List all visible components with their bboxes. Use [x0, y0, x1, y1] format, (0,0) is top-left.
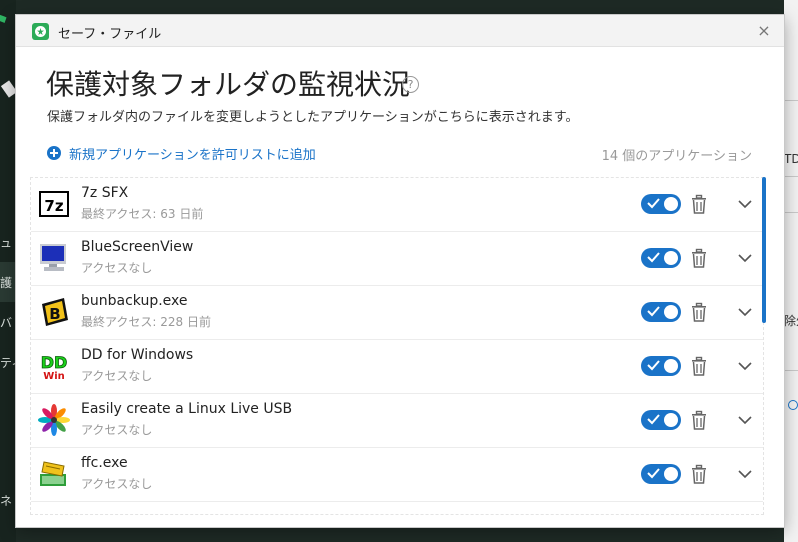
help-icon[interactable]: ? — [402, 76, 419, 93]
chevron-down-icon[interactable] — [737, 360, 753, 372]
trash-icon[interactable] — [690, 464, 708, 484]
bunbackup-icon: B — [38, 296, 70, 328]
list-item: 7z 7z SFX 最終アクセス: 63 日前 — [31, 178, 763, 232]
allow-toggle[interactable] — [641, 302, 681, 322]
app-last-access: 最終アクセス: 228 日前 — [81, 315, 211, 329]
background-help-icon — [788, 400, 798, 410]
background-nav-text: 護 — [0, 276, 13, 290]
title-bar: セーフ・ファイル × — [16, 15, 784, 47]
list-item: ffc.exe アクセスなし — [31, 448, 763, 502]
list-item: DD Win DD for Windows アクセスなし — [31, 340, 763, 394]
background-divider — [784, 212, 798, 213]
ffc-icon — [38, 458, 70, 490]
app-logo-icon — [32, 23, 49, 40]
chevron-down-icon[interactable] — [737, 198, 753, 210]
chevron-down-icon[interactable] — [737, 252, 753, 264]
chevron-down-icon[interactable] — [737, 468, 753, 480]
application-list: 7z 7z SFX 最終アクセス: 63 日前 BlueScreenView ア… — [30, 177, 764, 515]
background-text: 除外 — [784, 314, 798, 328]
background-app-right: TD 除外 — [784, 0, 798, 542]
background-nav-text: バ — [0, 316, 13, 330]
allow-toggle[interactable] — [641, 248, 681, 268]
trash-icon[interactable] — [690, 248, 708, 268]
trash-icon[interactable] — [690, 302, 708, 322]
list-item: Easily create a Linux Live USB アクセスなし — [31, 394, 763, 448]
add-application-label: 新規アプリケーションを許可リストに追加 — [69, 147, 316, 163]
app-last-access: アクセスなし — [81, 261, 153, 275]
background-app-left: ュ 護 バ ティ ネ — [0, 0, 75, 542]
trash-icon[interactable] — [690, 356, 708, 376]
allow-toggle[interactable] — [641, 356, 681, 376]
close-button[interactable]: × — [752, 21, 776, 41]
list-item: B bunbackup.exe 最終アクセス: 228 日前 — [31, 286, 763, 340]
background-divider — [784, 370, 798, 371]
check-icon — [647, 414, 660, 425]
check-icon — [647, 468, 660, 479]
page-subtitle: 保護フォルダ内のファイルを変更しようとしたアプリケーションがこちらに表示されます… — [47, 110, 579, 125]
background-nav-text: ネ — [0, 494, 13, 508]
dd-icon: DD Win — [38, 350, 70, 382]
app-last-access: アクセスなし — [81, 369, 153, 383]
allow-toggle[interactable] — [641, 464, 681, 484]
safe-files-dialog: セーフ・ファイル × 保護対象フォルダの監視状況 ? 保護フォルダ内のファイルを… — [16, 15, 784, 527]
app-name: bunbackup.exe — [81, 293, 188, 309]
flower-icon — [38, 404, 70, 436]
svg-text:7z: 7z — [44, 197, 63, 215]
trash-icon[interactable] — [690, 194, 708, 214]
background-nav-text: ティ — [0, 356, 16, 370]
window-title: セーフ・ファイル — [58, 27, 162, 42]
app-name: 7z SFX — [81, 185, 129, 201]
list-scrollbar[interactable] — [762, 177, 766, 323]
check-icon — [647, 360, 660, 371]
app-last-access: アクセスなし — [81, 477, 153, 491]
trash-icon[interactable] — [690, 410, 708, 430]
background-nav-text: ュ — [0, 236, 13, 250]
chevron-down-icon[interactable] — [737, 306, 753, 318]
monitor-icon — [38, 242, 70, 274]
check-icon — [647, 198, 660, 209]
toggle-knob — [664, 305, 678, 319]
plus-icon — [47, 146, 61, 160]
allow-toggle[interactable] — [641, 410, 681, 430]
background-divider — [784, 176, 798, 177]
toggle-knob — [664, 413, 678, 427]
toggle-knob — [664, 197, 678, 211]
app-name: DD for Windows — [81, 347, 194, 363]
allow-toggle[interactable] — [641, 194, 681, 214]
svg-text:Win: Win — [43, 371, 65, 382]
app-last-access: 最終アクセス: 63 日前 — [81, 207, 204, 221]
toggle-knob — [664, 359, 678, 373]
app-name: Easily create a Linux Live USB — [81, 401, 293, 417]
toggle-knob — [664, 467, 678, 481]
toggle-knob — [664, 251, 678, 265]
page-title: 保護対象フォルダの監視状況 — [46, 68, 411, 101]
application-count: 14 個のアプリケーション — [601, 149, 752, 164]
chevron-down-icon[interactable] — [737, 414, 753, 426]
check-icon — [647, 306, 660, 317]
background-divider — [784, 100, 798, 101]
app-name: BlueScreenView — [81, 239, 194, 255]
list-item: BlueScreenView アクセスなし — [31, 232, 763, 286]
background-text: TD — [784, 152, 798, 166]
svg-text:B: B — [49, 305, 60, 323]
svg-text:DD: DD — [41, 353, 68, 372]
7z-icon: 7z — [38, 188, 70, 220]
app-name: ffc.exe — [81, 455, 128, 471]
check-icon — [647, 252, 660, 263]
add-application-link[interactable]: 新規アプリケーションを許可リストに追加 — [47, 143, 316, 163]
app-last-access: アクセスなし — [81, 423, 153, 437]
